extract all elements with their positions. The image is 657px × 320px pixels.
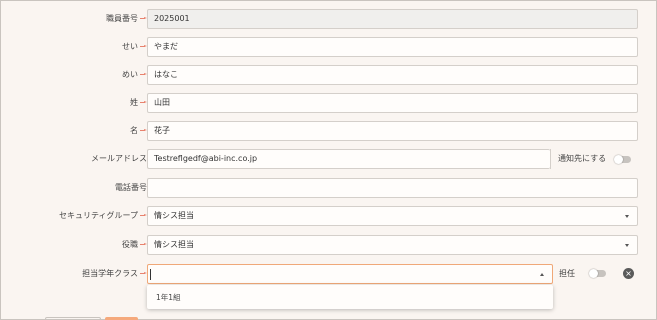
sei-label: 姓 — [130, 98, 138, 107]
staff-number-label: 職員番号 — [106, 14, 138, 23]
toggle-knob — [614, 154, 623, 164]
required-arrow-icon — [140, 214, 147, 218]
role-value: 情シス担当 — [154, 240, 194, 249]
staff-number-row: 職員番号 2025001 — [1, 9, 657, 29]
mei-input[interactable]: 花子 — [147, 121, 638, 141]
sei-kana-row: せい やまだ — [1, 37, 657, 57]
chevron-down-icon — [625, 215, 629, 218]
sei-input[interactable]: 山田 — [147, 93, 638, 113]
required-arrow-icon — [140, 17, 147, 21]
grade-class-select[interactable] — [147, 264, 553, 284]
required-arrow-icon — [140, 129, 147, 133]
staff-number-field: 2025001 — [147, 9, 638, 29]
mei-kana-label: めい — [122, 70, 138, 79]
sei-kana-input[interactable]: やまだ — [147, 37, 638, 57]
security-group-label: セキュリティグループ — [58, 211, 138, 220]
email-input[interactable]: Testreflgedf@abi-inc.co.jp — [147, 149, 550, 169]
security-group-value: 情シス担当 — [154, 211, 194, 220]
required-arrow-icon — [140, 45, 147, 49]
homeroom-toggle[interactable] — [589, 268, 606, 278]
text-cursor — [150, 269, 151, 280]
role-label: 役職 — [122, 240, 138, 249]
chevron-up-icon — [540, 273, 544, 276]
phone-row: 電話番号 — [1, 178, 657, 198]
grade-class-label: 担当学年クラス — [82, 269, 138, 278]
required-arrow-icon — [140, 243, 147, 247]
homeroom-label: 担任 — [559, 269, 575, 278]
mei-row: 名 花子 — [1, 121, 657, 141]
mei-label: 名 — [130, 126, 138, 135]
grade-class-row: 担当学年クラス 担任 — [1, 264, 657, 284]
phone-input[interactable] — [147, 178, 638, 198]
toggle-knob — [589, 268, 598, 278]
role-row: 役職 情シス担当 — [1, 235, 657, 255]
email-divider — [550, 149, 551, 169]
required-arrow-icon — [140, 73, 147, 77]
security-group-row: セキュリティグループ 情シス担当 — [1, 206, 657, 226]
required-arrow-icon — [140, 101, 147, 105]
email-row: メールアドレス Testreflgedf@abi-inc.co.jp 通知先にす… — [1, 149, 657, 169]
close-circle-icon[interactable]: × — [623, 268, 634, 279]
sei-row: 姓 山田 — [1, 93, 657, 113]
grade-class-dropdown: 1年1組 — [147, 285, 553, 309]
phone-label: 電話番号 — [115, 183, 147, 192]
security-group-select[interactable]: 情シス担当 — [147, 206, 638, 226]
notify-label: 通知先にする — [558, 154, 607, 163]
email-label: メールアドレス — [91, 154, 147, 163]
sei-kana-label: せい — [122, 42, 138, 51]
mei-kana-row: めい はなこ — [1, 65, 657, 85]
dropdown-option[interactable]: 1年1組 — [156, 292, 181, 303]
notify-toggle[interactable] — [614, 154, 631, 164]
mei-kana-input[interactable]: はなこ — [147, 65, 638, 85]
role-select[interactable]: 情シス担当 — [147, 235, 638, 255]
required-arrow-icon — [140, 272, 147, 276]
chevron-down-icon — [625, 244, 629, 247]
